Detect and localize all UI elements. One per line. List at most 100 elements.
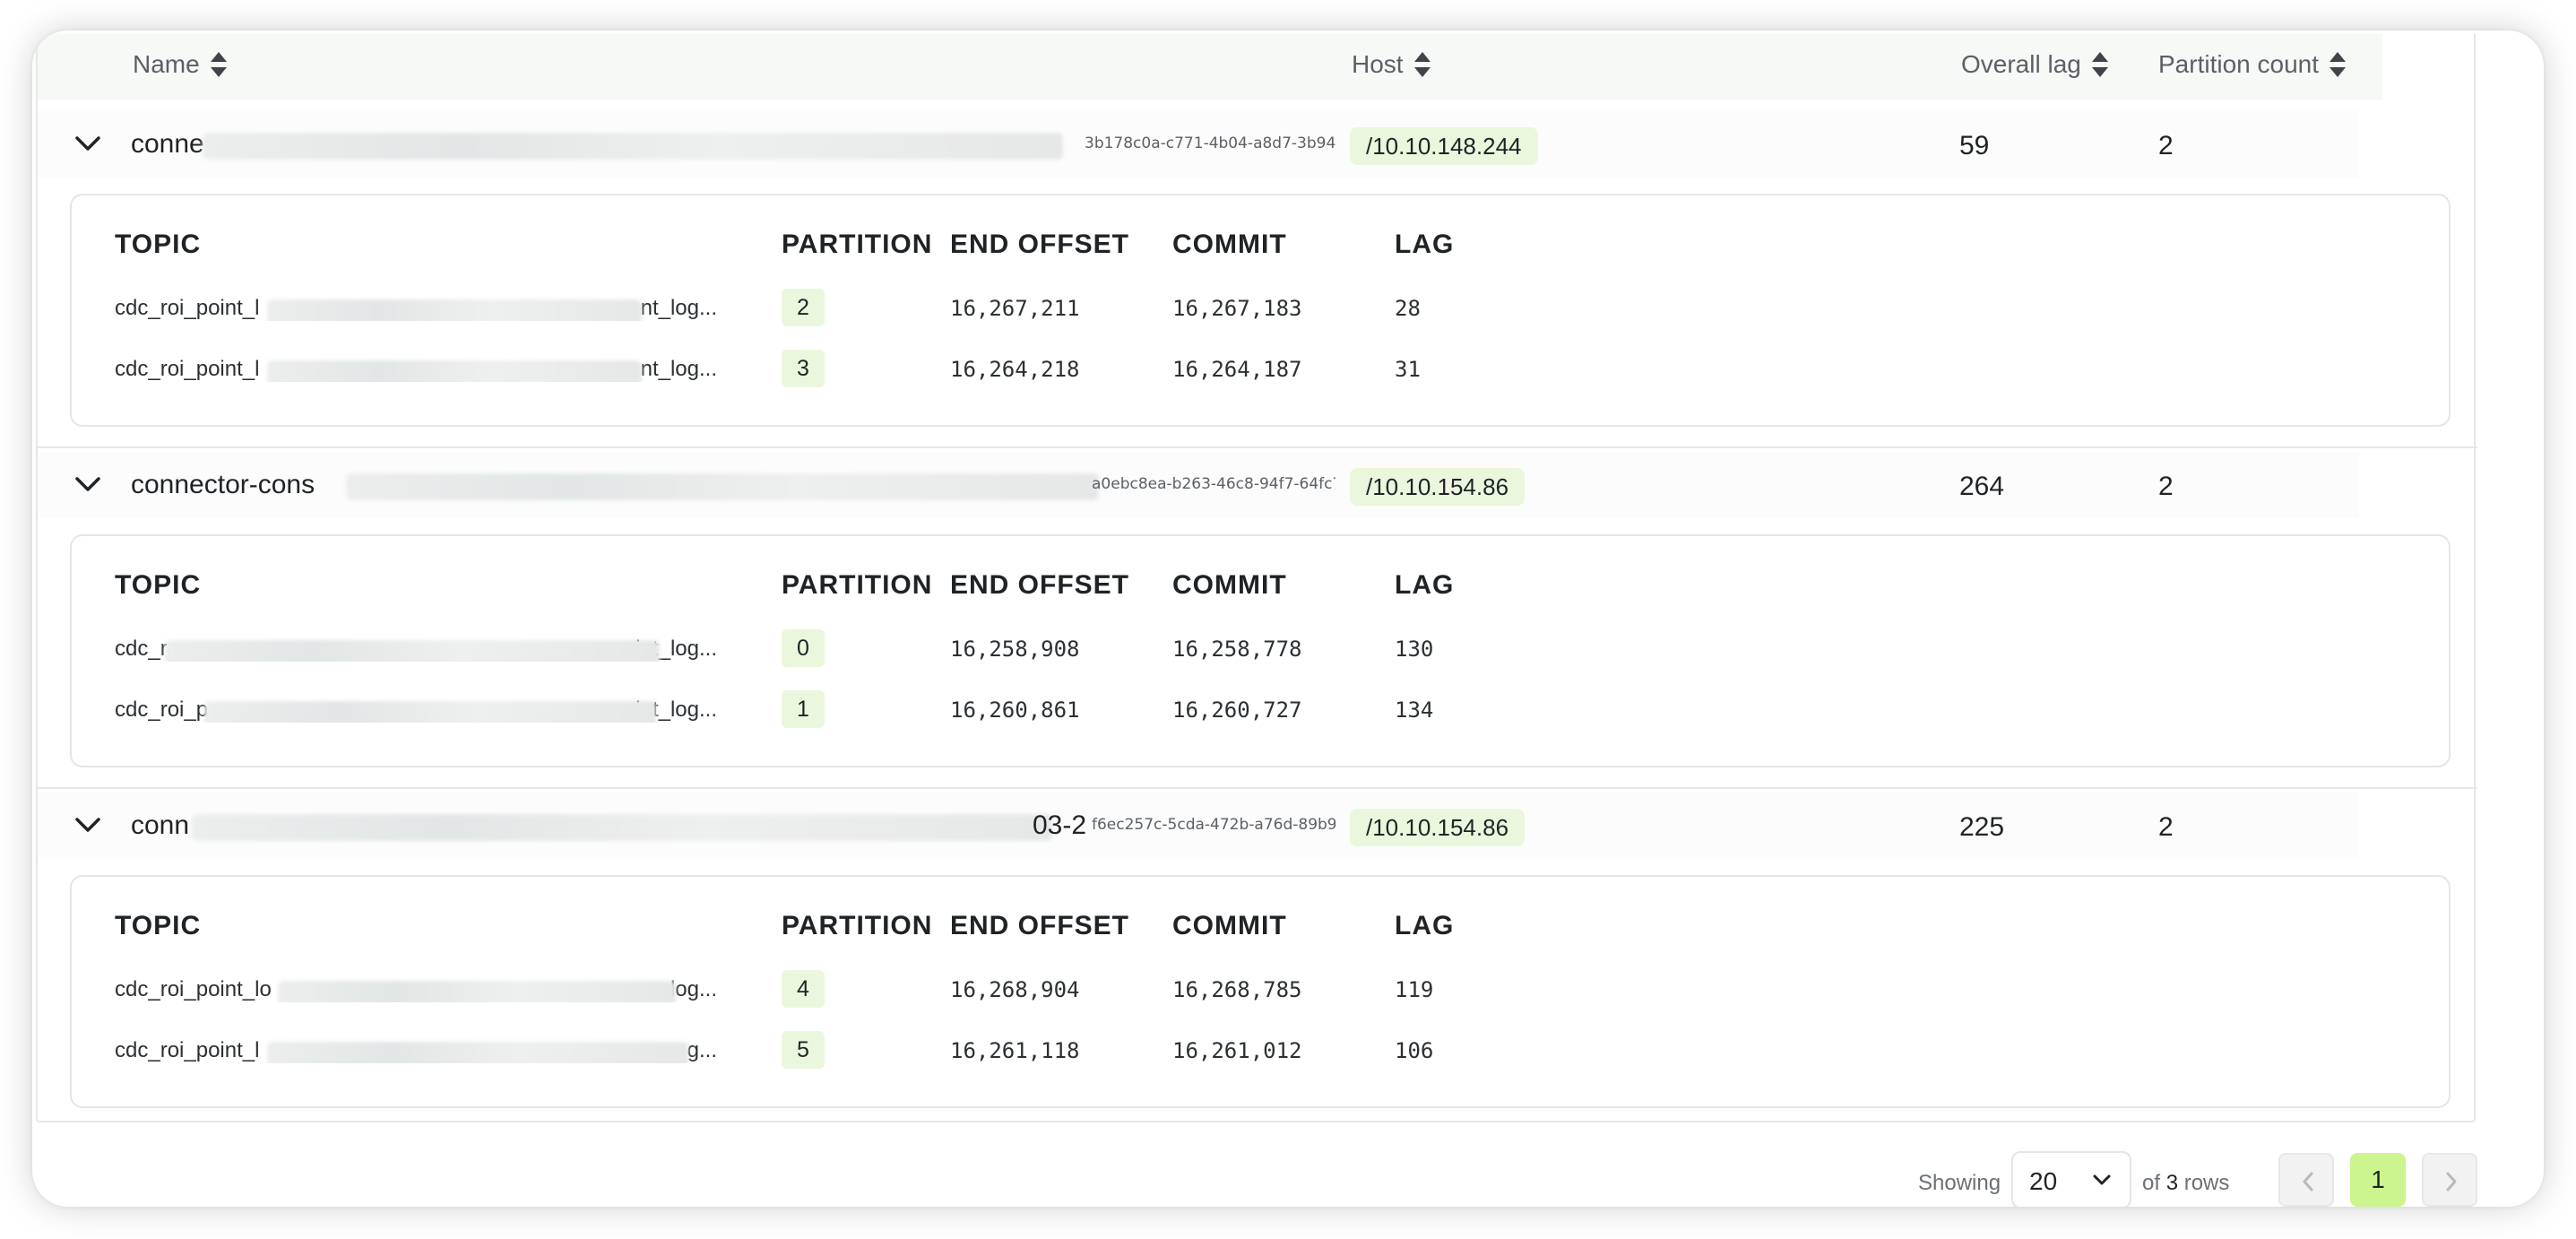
topic-name: cdc_roi_point_lo log... bbox=[115, 977, 733, 1002]
topic-name: cdc_ro int_log... bbox=[115, 637, 733, 662]
sort-icon[interactable] bbox=[1413, 52, 1431, 77]
consumer-group-id: f6ec257c-5cda-472b-a76d-89b9 bbox=[1092, 816, 1336, 834]
column-partition-count-label: Partition count bbox=[2158, 50, 2319, 78]
redacted-region bbox=[346, 473, 1099, 500]
partition-badge: 1 bbox=[782, 690, 825, 728]
row-divider bbox=[38, 787, 2477, 789]
sort-icon[interactable] bbox=[2091, 52, 2108, 77]
chevron-down-icon[interactable] bbox=[73, 814, 102, 836]
detail-header-topic: TOPIC bbox=[115, 570, 202, 600]
detail-header-commit: COMMIT bbox=[1172, 230, 1287, 259]
chevron-down-icon bbox=[2093, 1174, 2111, 1185]
column-header-overall-lag[interactable]: Overall lag bbox=[1961, 50, 2108, 79]
sort-icon[interactable] bbox=[210, 52, 227, 77]
commit-value: 16,260,727 bbox=[1172, 697, 1302, 723]
column-name-label: Name bbox=[133, 50, 200, 78]
showing-label: Showing bbox=[1918, 1171, 2001, 1195]
column-header-name[interactable]: Name bbox=[133, 50, 227, 79]
table-header: Name Host Overall lag Partition count bbox=[38, 34, 2382, 100]
end-offset-value: 16,268,904 bbox=[950, 977, 1080, 1002]
detail-header-commit: COMMIT bbox=[1172, 911, 1287, 940]
detail-header-partition: PARTITION bbox=[782, 230, 933, 259]
consumer-group-row[interactable]: connector-cons a0ebc8ea-b263-46c8-94f7-6… bbox=[38, 452, 2472, 518]
consumer-group-id: a0ebc8ea-b263-46c8-94f7-64fc7 bbox=[1092, 475, 1336, 493]
partition-row: cdc_roi_p int_log... 1 16,260,861 16,260… bbox=[72, 690, 2449, 735]
partition-badge: 4 bbox=[782, 970, 825, 1008]
commit-value: 16,258,778 bbox=[1172, 637, 1302, 662]
partition-badge: 3 bbox=[782, 350, 825, 387]
page-size-select[interactable]: 20 bbox=[2011, 1151, 2131, 1207]
overall-lag-value: 264 bbox=[1959, 472, 2005, 501]
partition-details-panel: TOPIC PARTITION END OFFSET COMMIT LAG cd… bbox=[70, 194, 2451, 427]
partition-details-panel: TOPIC PARTITION END OFFSET COMMIT LAG cd… bbox=[70, 875, 2451, 1108]
previous-page-button[interactable] bbox=[2278, 1153, 2334, 1207]
app-window: Name Host Overall lag Partition count co… bbox=[32, 30, 2544, 1207]
next-page-button[interactable] bbox=[2422, 1153, 2477, 1207]
lag-value: 134 bbox=[1395, 697, 1434, 723]
page-size-value: 20 bbox=[2029, 1167, 2058, 1195]
partition-row: cdc_ro int_log... 0 16,258,908 16,258,77… bbox=[72, 629, 2449, 674]
partition-count-value: 2 bbox=[2158, 472, 2174, 501]
redacted-region bbox=[192, 814, 1052, 841]
partition-badge: 2 bbox=[782, 289, 825, 326]
lag-value: 106 bbox=[1395, 1038, 1434, 1063]
lag-value: 119 bbox=[1395, 977, 1434, 1002]
total-rows-count: 3 bbox=[2165, 1171, 2179, 1195]
consumer-group-row[interactable]: conne 3b178c0a-c771-4b04-a8d7-3b946 /10.… bbox=[38, 111, 2472, 178]
commit-value: 16,264,187 bbox=[1172, 357, 1302, 382]
pagination-bar: Showing 20 of 3 rows 1 bbox=[32, 1151, 2544, 1207]
column-header-host[interactable]: Host bbox=[1352, 50, 1431, 79]
end-offset-value: 16,267,211 bbox=[950, 296, 1080, 321]
host-badge: /10.10.148.244 bbox=[1350, 127, 1538, 165]
overall-lag-value: 225 bbox=[1959, 812, 2005, 842]
detail-header-end-offset: END OFFSET bbox=[950, 570, 1130, 600]
partition-row: cdc_roi_point_l nt_log... 2 16,267,211 1… bbox=[72, 289, 2449, 334]
detail-header-lag: LAG bbox=[1395, 230, 1455, 259]
end-offset-value: 16,260,861 bbox=[950, 697, 1080, 723]
row-divider bbox=[38, 446, 2477, 448]
host-badge: /10.10.154.86 bbox=[1350, 468, 1526, 506]
detail-header-partition: PARTITION bbox=[782, 911, 933, 940]
total-rows-label: of 3 rows bbox=[2142, 1171, 2230, 1195]
partition-row: cdc_roi_point_l nt_log... 3 16,264,218 1… bbox=[72, 350, 2449, 394]
commit-value: 16,267,183 bbox=[1172, 296, 1302, 321]
commit-value: 16,261,012 bbox=[1172, 1038, 1302, 1063]
chevron-right-icon bbox=[2446, 1172, 2457, 1191]
consumer-group-id: 3b178c0a-c771-4b04-a8d7-3b946 bbox=[1085, 134, 1336, 152]
overall-lag-value: 59 bbox=[1959, 131, 1990, 160]
chevron-down-icon[interactable] bbox=[73, 133, 102, 154]
redacted-region bbox=[204, 701, 656, 723]
redacted-region bbox=[165, 640, 660, 662]
redacted-region bbox=[278, 981, 676, 1002]
lag-value: 130 bbox=[1395, 637, 1434, 662]
column-host-label: Host bbox=[1352, 50, 1404, 78]
column-header-partition-count[interactable]: Partition count bbox=[2158, 50, 2346, 79]
redacted-region bbox=[267, 299, 642, 321]
column-overall-lag-label: Overall lag bbox=[1961, 50, 2081, 78]
consumer-groups-table: Name Host Overall lag Partition count co… bbox=[36, 34, 2477, 1122]
end-offset-value: 16,258,908 bbox=[950, 637, 1080, 662]
partition-row: cdc_roi_point_lo log... 4 16,268,904 16,… bbox=[72, 970, 2449, 1015]
detail-header-lag: LAG bbox=[1395, 570, 1455, 600]
partition-badge: 0 bbox=[782, 629, 825, 667]
detail-header-end-offset: END OFFSET bbox=[950, 230, 1130, 259]
sort-icon[interactable] bbox=[2330, 52, 2346, 77]
topic-name: cdc_roi_point_l g... bbox=[115, 1038, 733, 1063]
consumer-group-row[interactable]: conn 03-2 f6ec257c-5cda-472b-a76d-89b9 /… bbox=[38, 793, 2472, 859]
partition-row: cdc_roi_point_l g... 5 16,261,118 16,261… bbox=[72, 1031, 2449, 1076]
detail-header-lag: LAG bbox=[1395, 911, 1455, 940]
redacted-region bbox=[267, 360, 642, 382]
redacted-region bbox=[267, 1042, 688, 1063]
chevron-down-icon[interactable] bbox=[73, 473, 102, 495]
partition-badge: 5 bbox=[782, 1031, 825, 1069]
commit-value: 16,268,785 bbox=[1172, 977, 1302, 1002]
page-button-current[interactable]: 1 bbox=[2350, 1153, 2406, 1207]
topic-name: cdc_roi_p int_log... bbox=[115, 697, 733, 723]
detail-header-topic: TOPIC bbox=[115, 230, 202, 259]
redacted-region bbox=[203, 133, 1063, 160]
detail-header-partition: PARTITION bbox=[782, 570, 933, 600]
host-badge: /10.10.154.86 bbox=[1350, 809, 1526, 846]
detail-header-end-offset: END OFFSET bbox=[950, 911, 1130, 940]
lag-value: 28 bbox=[1395, 296, 1421, 321]
lag-value: 31 bbox=[1395, 357, 1421, 382]
